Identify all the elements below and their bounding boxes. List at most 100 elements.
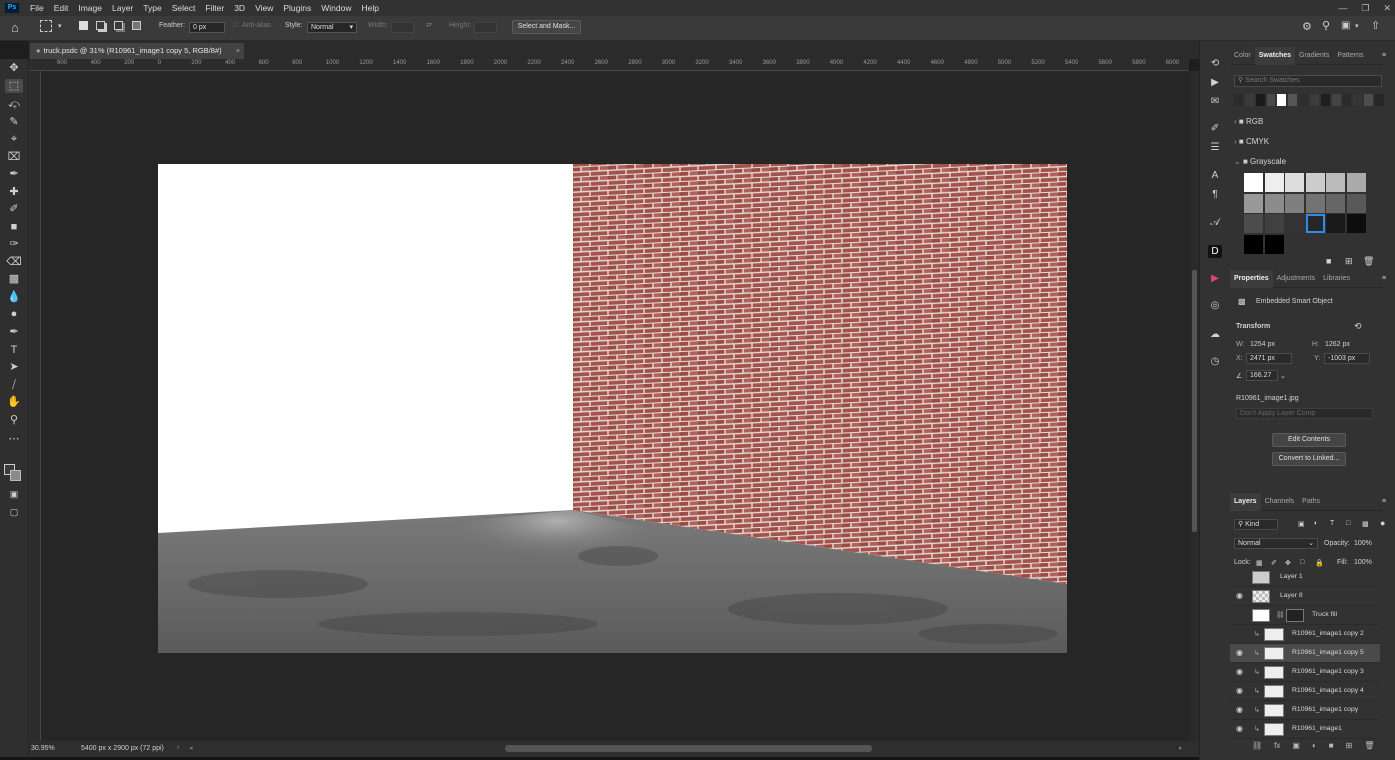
grayscale-swatch[interactable] — [1264, 173, 1284, 192]
recent-swatch[interactable] — [1244, 94, 1254, 106]
panel-menu-icon[interactable]: ≡ — [1382, 52, 1386, 59]
plugin-circle-icon[interactable]: ◎ — [1208, 299, 1222, 312]
grayscale-swatch[interactable] — [1326, 214, 1345, 233]
tab-libraries[interactable]: Libraries — [1319, 270, 1354, 288]
width-value[interactable]: 1254 px — [1250, 341, 1275, 348]
search-icon[interactable]: ⚲ — [1322, 19, 1330, 32]
filter-toggle-icon[interactable]: ● — [1380, 518, 1385, 528]
eye-icon[interactable]: ◉ — [1236, 705, 1243, 714]
menu-select[interactable]: Select — [167, 0, 201, 16]
recent-swatch[interactable] — [1299, 94, 1309, 106]
grayscale-swatch[interactable] — [1346, 193, 1366, 213]
reset-transform-icon[interactable]: ⟲ — [1354, 321, 1362, 332]
new-selection-icon[interactable] — [79, 21, 88, 30]
brush-tool-icon[interactable]: ✐ — [5, 202, 23, 216]
convert-to-linked-button[interactable]: Convert to Linked... — [1272, 452, 1346, 466]
grayscale-swatch[interactable] — [1305, 214, 1325, 233]
panel-menu-icon[interactable]: ≡ — [1382, 275, 1386, 282]
plugin-clock-icon[interactable]: ◷ — [1208, 355, 1222, 368]
lock-transparency-icon[interactable]: ▦ — [1256, 559, 1263, 567]
new-group-icon[interactable]: ■ — [1326, 256, 1331, 266]
grayscale-swatch[interactable] — [1285, 173, 1304, 192]
tab-adjustments[interactable]: Adjustments — [1273, 270, 1320, 288]
status-menu-arrow-icon[interactable]: › — [177, 744, 179, 751]
brush-settings-icon[interactable]: ✐ — [1208, 122, 1222, 135]
tab-swatches[interactable]: Swatches — [1254, 46, 1296, 65]
link-icon[interactable]: ⛓ — [1276, 611, 1285, 619]
tab-gradients[interactable]: Gradients — [1295, 47, 1333, 65]
feather-input[interactable]: 0 px — [189, 22, 225, 33]
grayscale-swatch[interactable] — [1244, 173, 1263, 192]
workspace-icon[interactable]: ▣ — [1341, 20, 1350, 31]
lock-pixels-icon[interactable]: ✐ — [1271, 559, 1277, 567]
hand-tool-icon[interactable]: ✋ — [5, 395, 23, 409]
eye-icon[interactable]: ◉ — [1236, 667, 1243, 676]
tab-close-icon[interactable]: × — [236, 43, 240, 59]
visibility-toggle[interactable]: ◉ — [1236, 572, 1243, 581]
layer-row[interactable]: ◉ ⛓ Truck fill — [1230, 606, 1380, 625]
filter-type-icon[interactable]: T — [1330, 520, 1334, 527]
document-canvas[interactable] — [158, 164, 1067, 653]
visibility-toggle[interactable]: ◉ — [1236, 629, 1243, 638]
folder-rgb[interactable]: › ■ RGB — [1234, 117, 1263, 126]
swatch-search-input[interactable]: ⚲ Search Swatches — [1234, 75, 1382, 87]
scroll-right-icon[interactable]: ▸ — [1179, 744, 1183, 752]
menu-edit[interactable]: Edit — [49, 0, 74, 16]
tab-channels[interactable]: Channels — [1261, 493, 1299, 511]
grayscale-swatch[interactable] — [1285, 193, 1304, 213]
pen-tool-icon[interactable]: ✒ — [5, 325, 23, 339]
layer-row[interactable]: ◉ ↳ R10961_image1 copy 3 — [1230, 663, 1380, 682]
eye-icon[interactable]: ◉ — [1236, 686, 1243, 695]
document-tab[interactable]: ● truck.psdc @ 31% (R10961_image1 copy 5,… — [30, 43, 244, 59]
subtract-selection-icon[interactable] — [114, 21, 123, 30]
menu-window[interactable]: Window — [316, 0, 356, 16]
lock-all-icon[interactable]: 🔒 — [1315, 559, 1324, 567]
new-layer-icon[interactable]: ⊞ — [1346, 741, 1353, 755]
layer-row[interactable]: ◉ ↳ R10961_image1 copy — [1230, 701, 1380, 720]
filter-adjustment-icon[interactable]: ◐ — [1314, 520, 1318, 527]
type-tool-icon[interactable]: T — [5, 343, 23, 357]
path-selection-tool-icon[interactable]: ➤ — [5, 360, 23, 374]
grayscale-swatch[interactable] — [1264, 234, 1284, 254]
grayscale-swatch[interactable] — [1305, 193, 1325, 213]
new-swatch-icon[interactable]: ⊞ — [1345, 256, 1353, 267]
share-icon[interactable]: ⇧ — [1371, 19, 1380, 32]
grayscale-swatch[interactable] — [1244, 193, 1263, 213]
grayscale-swatch[interactable] — [1326, 173, 1345, 192]
history-icon[interactable]: ⟲ — [1208, 57, 1222, 70]
height-value[interactable]: 1262 px — [1325, 341, 1350, 348]
recent-swatch[interactable] — [1331, 94, 1341, 106]
recent-swatch[interactable] — [1266, 94, 1276, 106]
recent-swatch[interactable] — [1375, 94, 1385, 106]
eye-icon[interactable]: ◉ — [1236, 591, 1243, 600]
recent-swatch[interactable] — [1320, 94, 1330, 106]
adjustment-layer-icon[interactable]: ◐ — [1312, 741, 1317, 755]
grayscale-swatch[interactable] — [1264, 193, 1284, 213]
blur-tool-icon[interactable]: 💧 — [5, 290, 23, 304]
photoshop-logo-icon[interactable]: Ps — [5, 3, 19, 13]
more-tools-icon[interactable]: ⋯ — [5, 432, 23, 446]
tab-layers[interactable]: Layers — [1230, 492, 1261, 511]
horizontal-scroll-thumb[interactable] — [505, 745, 872, 752]
layer-row[interactable]: ◉ ↳ R10961_image1 — [1230, 720, 1380, 739]
actions-icon[interactable]: ▶ — [1208, 76, 1222, 89]
scroll-left-icon[interactable]: ◂ — [189, 744, 193, 752]
folder-cmyk[interactable]: › ■ CMYK — [1234, 137, 1269, 146]
marquee-tool-preset-icon[interactable] — [40, 20, 52, 32]
recent-swatch[interactable] — [1234, 94, 1243, 106]
blend-mode-select[interactable]: Normal ⌄ — [1234, 538, 1318, 549]
new-group-icon[interactable]: ■ — [1329, 741, 1334, 755]
plugin-red-icon[interactable]: ▶ — [1208, 272, 1222, 285]
minimize-icon[interactable]: — — [1338, 3, 1347, 13]
opacity-value[interactable]: 100% — [1354, 540, 1372, 547]
tab-properties[interactable]: Properties — [1230, 269, 1273, 288]
chevron-down-icon[interactable]: ▾ — [1355, 22, 1359, 30]
recent-swatch[interactable] — [1288, 94, 1298, 106]
grayscale-swatch[interactable] — [1346, 173, 1366, 192]
layer-row[interactable]: ◉ Layer 1 — [1230, 569, 1380, 587]
dodge-tool-icon[interactable]: ● — [5, 307, 23, 321]
close-icon[interactable]: ✕ — [1383, 3, 1391, 14]
menu-layer[interactable]: Layer — [107, 0, 138, 16]
healing-brush-tool-icon[interactable]: ✚ — [5, 185, 23, 199]
menu-3d[interactable]: 3D — [229, 0, 250, 16]
